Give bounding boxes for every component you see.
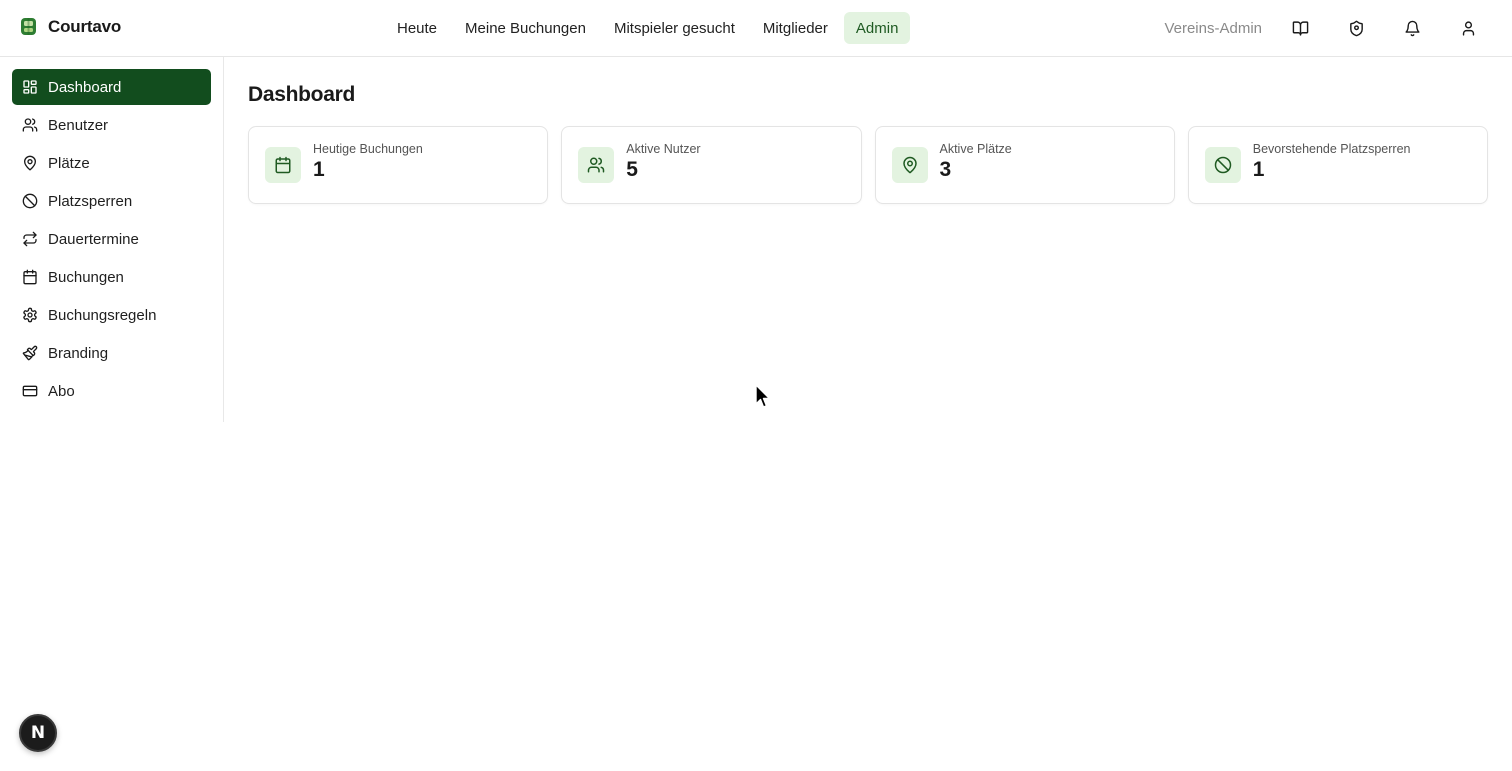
bell-icon[interactable] [1392, 12, 1432, 44]
sidebar-item-platzsperren[interactable]: Platzsperren [12, 183, 211, 219]
stat-value: 3 [939, 158, 952, 181]
sidebar-item-label: Abo [48, 382, 75, 400]
dev-tools-badge[interactable]: N [19, 714, 57, 752]
ban-icon [22, 193, 38, 209]
stat-label: Heutige Buchungen [313, 142, 423, 156]
mouse-cursor-icon [755, 384, 771, 408]
dev-badge-letter: N [30, 723, 46, 743]
top-header: Courtavo Heute Meine Buchungen Mitspiele… [0, 0, 1512, 57]
stat-card-aktive-nutzer: Aktive Nutzer 5 [561, 126, 862, 204]
role-label: Vereins-Admin [1164, 19, 1262, 37]
shield-icon[interactable] [1336, 12, 1376, 44]
sidebar-item-label: Dashboard [48, 78, 122, 96]
stat-label: Bevorstehende Platzsperren [1252, 142, 1411, 156]
sidebar-item-branding[interactable]: Branding [12, 335, 211, 371]
paintbrush-icon [22, 345, 38, 361]
credit-card-icon [22, 383, 38, 399]
topnav-mitglieder[interactable]: Mitglieder [751, 12, 840, 44]
stat-value: 1 [313, 158, 325, 181]
sidebar-item-dashboard[interactable]: Dashboard [12, 69, 211, 105]
map-pin-icon [891, 147, 928, 183]
sidebar-item-label: Buchungen [48, 268, 124, 286]
stat-value: 1 [1252, 158, 1265, 181]
sidebar-item-label: Plätze [48, 154, 90, 172]
topnav-admin[interactable]: Admin [843, 12, 911, 44]
page-title: Dashboard [248, 83, 355, 106]
calendar-icon [22, 269, 38, 285]
stat-card-aktive-plaetze: Aktive Plätze 3 [874, 126, 1175, 204]
sidebar-item-buchungsregeln[interactable]: Buchungsregeln [12, 297, 211, 333]
stat-label: Aktive Nutzer [626, 142, 701, 156]
sidebar-item-plaetze[interactable]: Plätze [12, 145, 211, 181]
header-actions: Vereins-Admin [1164, 12, 1488, 44]
sidebar-item-label: Branding [48, 344, 109, 362]
topnav-meine-buchungen[interactable]: Meine Buchungen [453, 12, 598, 44]
stat-label: Aktive Plätze [939, 142, 1012, 156]
stat-card-heutige-buchungen: Heutige Buchungen 1 [248, 126, 549, 204]
stat-value: 5 [626, 158, 638, 181]
admin-sidebar: Dashboard Benutzer Plätze Platzsperren D… [0, 57, 224, 422]
top-navigation: Heute Meine Buchungen Mitspieler gesucht… [385, 12, 911, 44]
app-name: Courtavo [48, 17, 122, 36]
brand[interactable]: Courtavo [20, 17, 121, 37]
sidebar-item-dauertermine[interactable]: Dauertermine [12, 221, 211, 257]
book-icon[interactable] [1280, 12, 1320, 44]
sidebar-item-label: Dauertermine [48, 230, 139, 248]
repeat-icon [22, 231, 38, 247]
topnav-mitspieler-gesucht[interactable]: Mitspieler gesucht [602, 12, 747, 44]
gear-icon [22, 307, 38, 323]
sidebar-item-buchungen[interactable]: Buchungen [12, 259, 211, 295]
sidebar-item-label: Buchungsregeln [48, 306, 157, 324]
sidebar-item-label: Platzsperren [48, 192, 133, 210]
stats-cards: Heutige Buchungen 1 Aktive Nutzer 5 Akti… [248, 126, 1488, 204]
sidebar-item-benutzer[interactable]: Benutzer [12, 107, 211, 143]
ban-icon [1204, 147, 1241, 183]
sidebar-item-label: Benutzer [48, 116, 109, 134]
topnav-heute[interactable]: Heute [385, 12, 449, 44]
dashboard-icon [22, 79, 38, 95]
main-content: Dashboard Heutige Buchungen 1 Aktive Nut… [248, 57, 1488, 204]
map-pin-icon [22, 155, 38, 171]
user-icon[interactable] [1448, 12, 1488, 44]
brand-logo-icon [21, 18, 36, 35]
calendar-icon [265, 147, 301, 183]
sidebar-item-abo[interactable]: Abo [12, 373, 211, 409]
users-icon [22, 117, 38, 133]
users-icon [578, 147, 615, 183]
stat-card-bevorstehende-platzsperren: Bevorstehende Platzsperren 1 [1187, 126, 1488, 204]
